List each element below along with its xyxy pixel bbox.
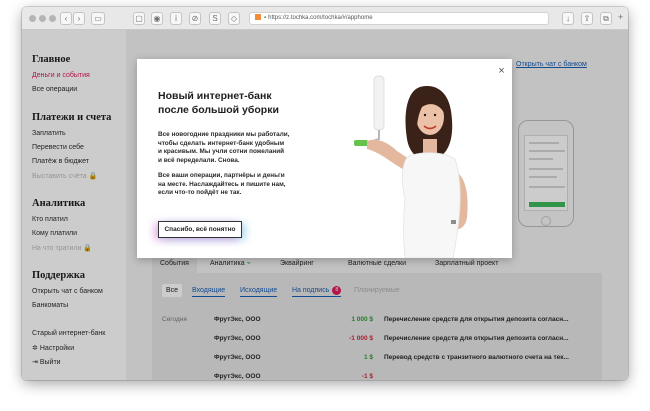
modal-text-line: и всё переделали. Снова. — [158, 157, 240, 165]
browser-window: ‹ › ▭ ▢ ◉ i ⊘ S ◇ ▪ https://z.tochka.com/… — [22, 7, 628, 380]
url-text: https://z.tochka.com/tochka/#/apphome — [268, 15, 373, 21]
modal-text-line: и красивым. Мы учли сотни пожеланий — [158, 148, 285, 156]
close-window-button[interactable] — [29, 15, 36, 22]
camera-icon[interactable]: ◉ — [151, 12, 163, 25]
info-icon[interactable]: i — [170, 12, 182, 25]
sidebar-toggle-icon[interactable]: ▭ — [91, 12, 105, 25]
modal-paragraph-1: Все новогодние праздники мы работали, чт… — [158, 131, 348, 166]
tabs-overview-icon[interactable]: ⧉ — [600, 12, 612, 25]
browser-toolbar: ‹ › ▭ ▢ ◉ i ⊘ S ◇ ▪ https://z.tochka.com/… — [22, 7, 628, 30]
extension-icon[interactable]: ⊘ — [189, 12, 201, 25]
announcement-modal: Новый интернет-банк после большой уборки… — [137, 59, 512, 258]
acknowledge-button[interactable]: Спасибо, всё понятно — [158, 221, 242, 238]
screenshot-icon[interactable]: ▢ — [133, 12, 145, 25]
forward-icon[interactable]: › — [73, 12, 85, 25]
modal-paragraph-2: Все ваши операции, партнёры и деньги на … — [158, 172, 348, 198]
address-bar[interactable]: ▪ https://z.tochka.com/tochka/#/apphome — [249, 12, 549, 25]
zoom-window-button[interactable] — [49, 15, 56, 22]
pocket-icon[interactable]: ◇ — [228, 12, 240, 25]
back-icon[interactable]: ‹ — [60, 12, 72, 25]
modal-text-line: Все ваши операции, партнёры и деньги — [158, 172, 285, 179]
s-extension-icon[interactable]: S — [209, 12, 221, 25]
woman-with-paint-roller-photo — [354, 75, 468, 258]
modal-overlay[interactable]: Новый интернет-банк после большой уборки… — [22, 30, 628, 380]
modal-text-line: если что-то пойдёт не так. — [158, 189, 242, 197]
roller-head — [373, 75, 385, 131]
minimize-window-button[interactable] — [39, 15, 46, 22]
lock-icon: ▪ — [264, 15, 267, 21]
site-favicon-icon — [255, 14, 261, 20]
t-shirt — [401, 152, 461, 258]
new-tab-icon[interactable]: + — [618, 12, 623, 22]
roller-handle — [354, 140, 368, 146]
share-icon[interactable]: ⇧ — [581, 12, 593, 25]
download-icon[interactable]: ↓ — [562, 12, 574, 25]
modal-text-line: Все новогодние праздники мы работали, — [158, 131, 290, 138]
